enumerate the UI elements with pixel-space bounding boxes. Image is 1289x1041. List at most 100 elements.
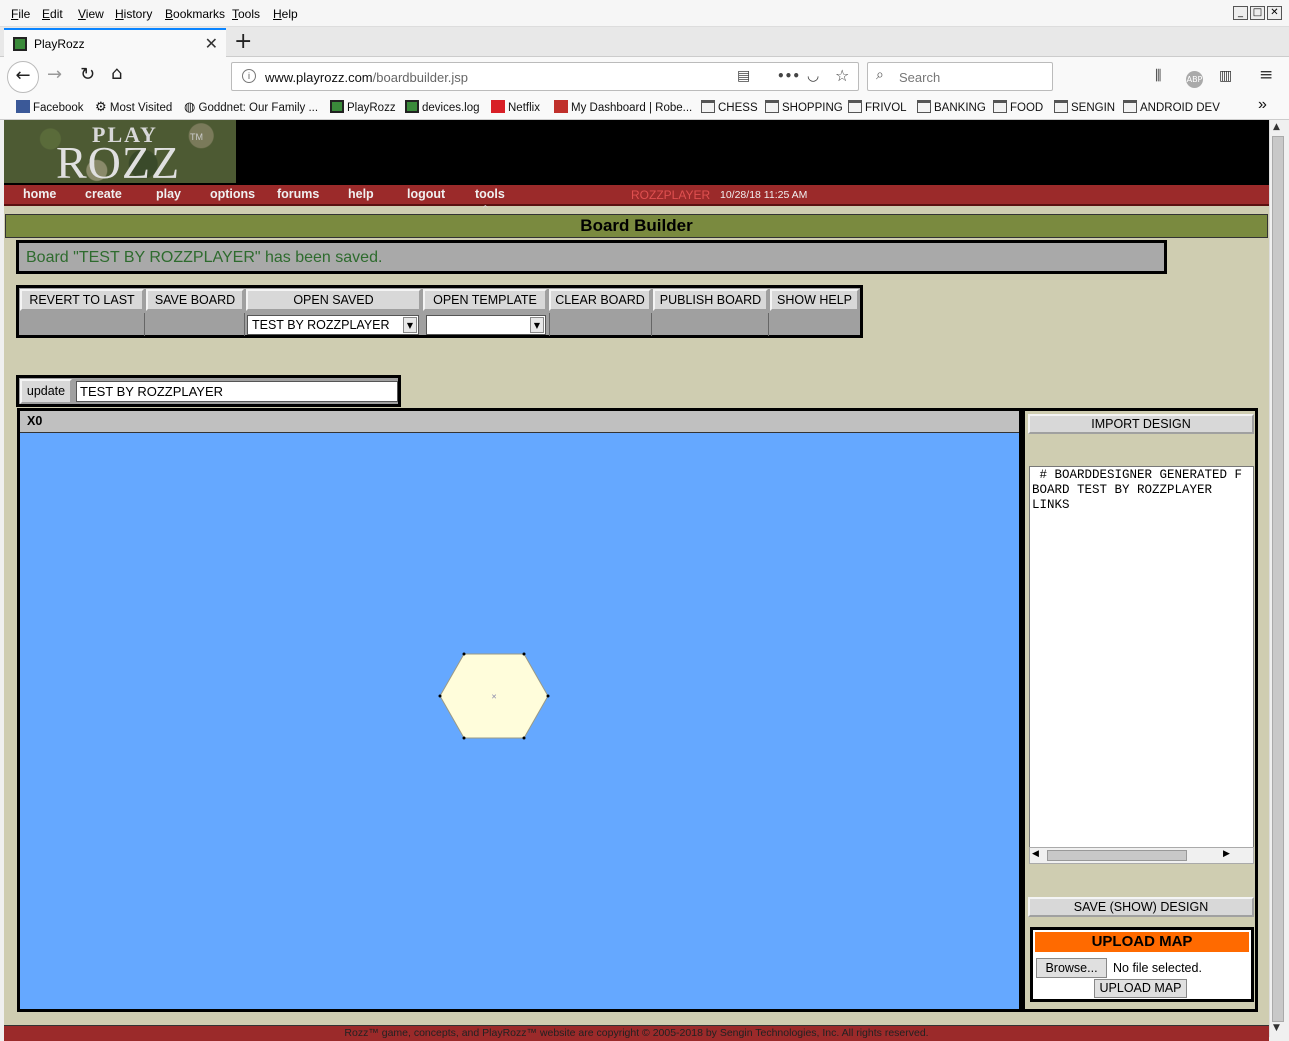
bookmark-playrozz[interactable]: PlayRozz [330,100,396,114]
bookmark-netflix[interactable]: Netflix [491,100,540,114]
hex-vertex[interactable] [462,652,466,656]
tab-close-icon[interactable]: ✕ [205,34,218,53]
maximize-button[interactable]: □ [1250,6,1265,20]
site-info-icon[interactable]: i [242,69,256,83]
menu-help[interactable]: Help [273,7,298,21]
bookmark-folder-android-dev[interactable]: ANDROID DEV [1123,100,1220,114]
bookmark-folder-banking[interactable]: BANKING [917,100,986,114]
library-icon[interactable]: ⫼ [1155,68,1161,84]
toolbar-cell [146,313,245,336]
bookmark-devices-log[interactable]: devices.log [405,100,480,114]
bookmark-folder-sengin[interactable]: SENGIN [1054,100,1115,114]
home-button[interactable]: ⌂ [111,63,122,84]
search-icon: ⌕ [876,67,884,83]
update-button[interactable]: update [20,379,72,404]
scroll-thumb[interactable] [1047,850,1187,861]
board-toolbar: REVERT TO LAST SAVE BOARD OPEN SAVED OPE… [16,285,863,338]
scroll-right-icon[interactable]: ▶ [1223,849,1230,859]
bookmark-folder-frivol[interactable]: FRIVOL [848,100,907,114]
open-saved-select[interactable]: TEST BY ROZZPLAYER ▼ [247,315,419,335]
nav-tools[interactable]: tools [475,187,505,201]
browse-button[interactable]: Browse... [1036,958,1107,978]
menu-bookmarks[interactable]: Bookmarks [165,7,225,21]
bookmarks-overflow-icon[interactable]: » [1258,96,1267,114]
open-saved-button[interactable]: OPEN SAVED [246,289,421,311]
facebook-icon [16,100,30,113]
menu-view[interactable]: View [78,7,104,21]
save-board-button[interactable]: SAVE BOARD [146,289,244,311]
logo-rozz-text: ROZZ [56,137,181,188]
dashboard-icon [554,100,568,113]
sidebar-icon[interactable]: ▥ [1219,68,1232,84]
minimize-button[interactable]: _ [1233,6,1248,20]
design-horizontal-scrollbar[interactable]: ◀ ▶ [1029,847,1254,864]
scroll-left-icon[interactable]: ◀ [1032,849,1039,859]
bookmark-goddnet[interactable]: ◍ Goddnet: Our Family ... [184,100,318,115]
scroll-up-icon[interactable]: ▲ [1273,122,1280,132]
folder-icon [993,100,1007,113]
revert-to-last-button[interactable]: REVERT TO LAST [20,289,144,311]
bookmark-star-icon[interactable]: ☆ [835,66,849,85]
nav-options[interactable]: options [210,187,255,201]
reader-view-icon[interactable]: ▤ [737,68,750,84]
bookmark-folder-chess[interactable]: CHESS [701,100,758,114]
nav-home[interactable]: home [23,187,56,201]
clear-board-button[interactable]: CLEAR BOARD [549,289,651,311]
open-saved-value: TEST BY ROZZPLAYER [252,318,390,332]
forward-button[interactable]: → [47,64,62,85]
search-bar[interactable]: ⌕ Search [867,62,1053,91]
globe-icon: ◍ [184,100,196,115]
nav-logout[interactable]: logout [407,187,445,201]
bookmark-folder-food[interactable]: FOOD [993,100,1043,114]
site-header: PLAY ROZZ TM [4,120,1269,188]
tab-title: PlayRozz [34,37,85,51]
adblock-icon[interactable]: ABP [1186,71,1203,88]
nav-help[interactable]: help [348,187,374,201]
menu-tools[interactable]: Tools [232,7,260,21]
bookmark-folder-shopping[interactable]: SHOPPING [765,100,843,114]
hex-vertex[interactable] [522,736,526,740]
hex-vertex[interactable] [546,694,550,698]
nav-forums[interactable]: forums [277,187,319,201]
hex-vertex[interactable] [522,652,526,656]
nav-play[interactable]: play [156,187,181,201]
publish-board-button[interactable]: PUBLISH BOARD [653,289,768,311]
board-name-input[interactable]: TEST BY ROZZPLAYER [76,381,398,402]
upload-map-button[interactable]: UPLOAD MAP [1094,979,1187,998]
reload-button[interactable]: ↻ [80,64,95,85]
status-message-box: Board "TEST BY ROZZPLAYER" has been save… [16,240,1167,274]
playrozz-icon [405,100,419,113]
hex-tile[interactable]: ✕ [435,646,555,746]
scroll-down-icon[interactable]: ▼ [1273,1023,1280,1033]
open-template-button[interactable]: OPEN TEMPLATE [423,289,547,311]
bookmark-most-visited[interactable]: ⚙ Most Visited [95,100,172,115]
menu-history[interactable]: History [115,7,152,21]
url-text[interactable]: www.playrozz.com/boardbuilder.jsp [265,70,468,85]
menu-file[interactable]: File [11,7,30,21]
bookmark-my-dashboard[interactable]: My Dashboard | Robe... [554,100,692,114]
logo-tm-text: TM [190,132,203,142]
pocket-icon[interactable]: ◡ [807,68,819,84]
url-bar[interactable]: i www.playrozz.com/boardbuilder.jsp ▤ ••… [231,62,859,91]
show-help-button[interactable]: SHOW HELP [770,289,859,311]
board-header: X0 [20,411,1019,433]
tab-playrozz[interactable]: PlayRozz ✕ [4,28,226,57]
hex-vertex[interactable] [438,694,442,698]
hex-center-marker: ✕ [491,693,497,701]
hex-vertex[interactable] [462,736,466,740]
save-show-design-button[interactable]: SAVE (SHOW) DESIGN [1028,897,1254,917]
page-vertical-scrollbar[interactable]: ▲ ▼ [1269,120,1286,1037]
import-design-button[interactable]: IMPORT DESIGN [1028,414,1254,434]
close-window-button[interactable]: ✕ [1267,6,1282,20]
hamburger-menu-icon[interactable]: ≡ [1259,65,1273,85]
bookmark-facebook[interactable]: Facebook [16,100,84,114]
design-textarea[interactable]: # BOARDDESIGNER GENERATED F BOARD TEST B… [1029,466,1254,864]
back-button[interactable]: ← [7,61,39,93]
playrozz-logo[interactable]: PLAY ROZZ TM [4,120,236,188]
new-tab-icon[interactable]: + [234,29,252,54]
open-template-select[interactable]: ▼ [426,315,546,335]
nav-create[interactable]: create [85,187,122,201]
scroll-thumb[interactable] [1272,136,1284,1022]
menu-edit[interactable]: Edit [42,7,63,21]
page-actions-icon[interactable]: ••• [777,69,800,83]
